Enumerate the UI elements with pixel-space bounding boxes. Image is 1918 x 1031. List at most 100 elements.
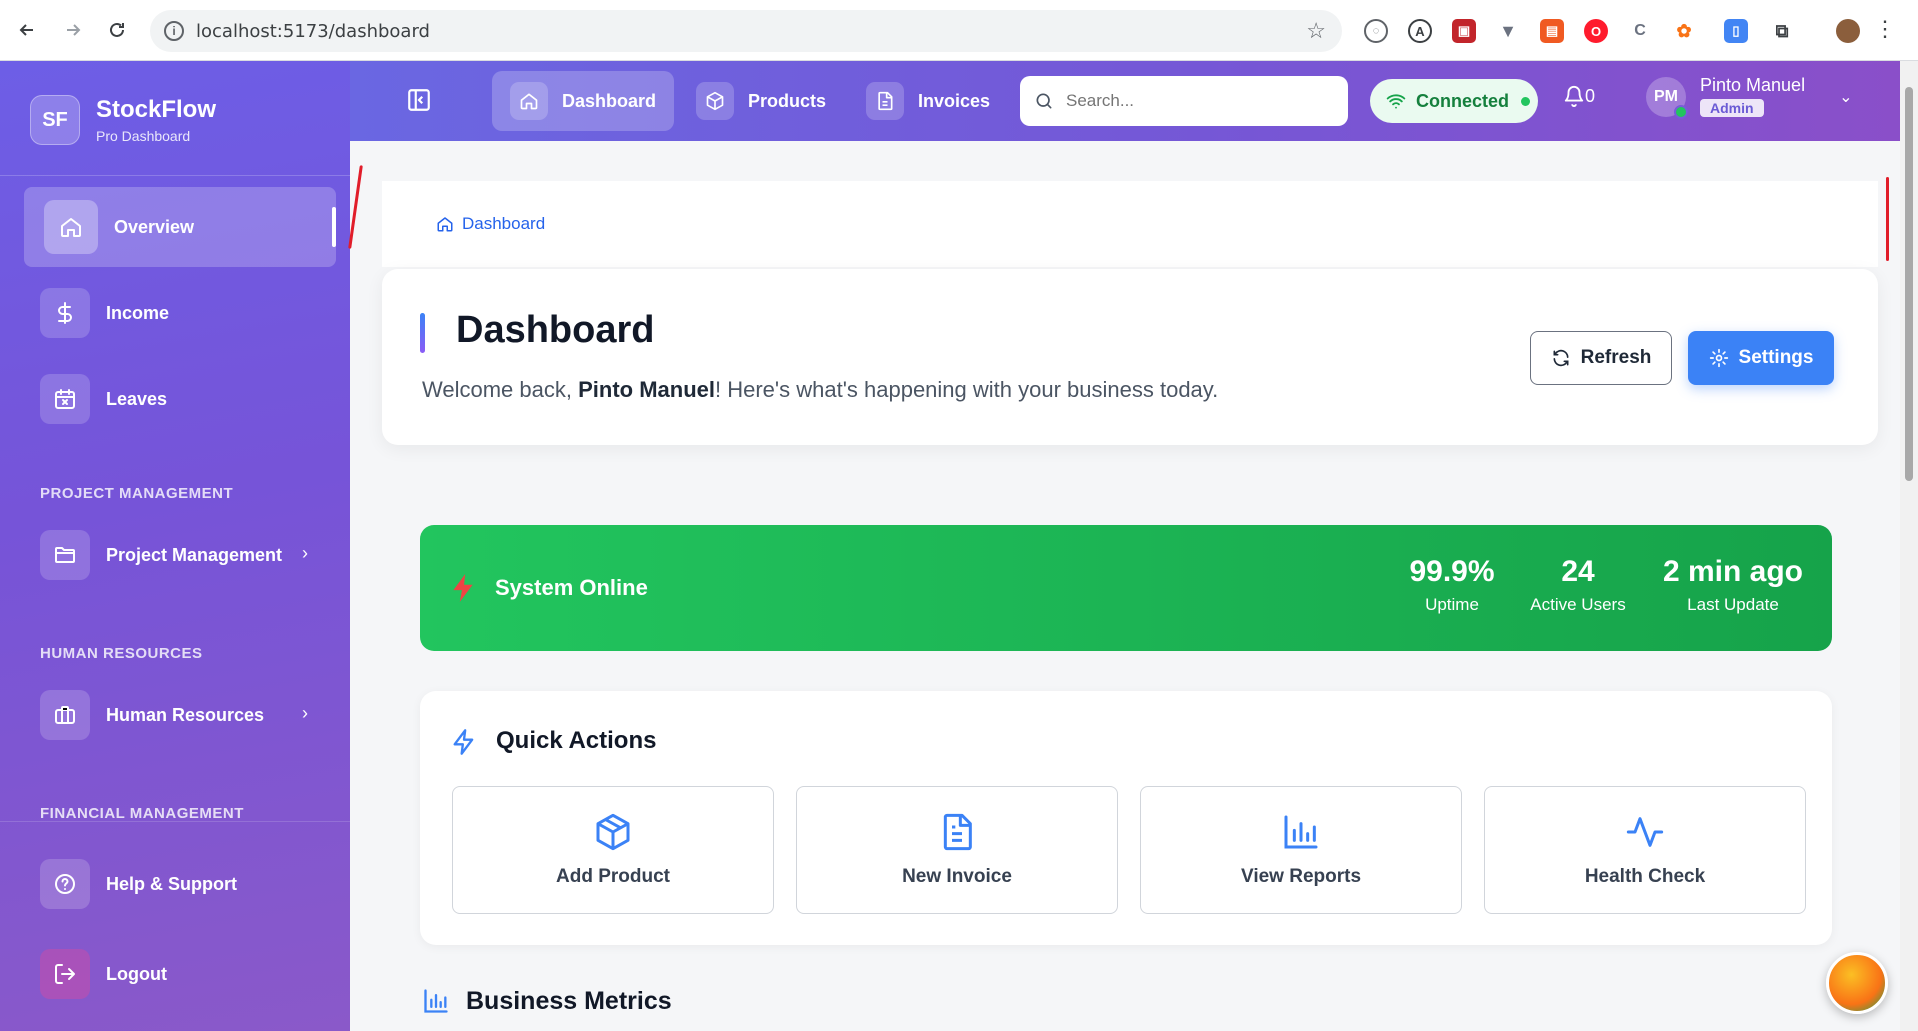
logout-button[interactable]: Logout [24, 934, 336, 1014]
home-icon [510, 82, 548, 120]
breadcrumb-item[interactable]: Dashboard [462, 214, 545, 234]
new-invoice-button[interactable]: New Invoice [796, 786, 1118, 914]
chevron-right-icon: › [302, 703, 308, 723]
accent-bar [420, 313, 425, 353]
connection-status-badge: Connected [1370, 79, 1538, 123]
user-role-badge: Admin [1700, 99, 1764, 117]
wifi-icon [1386, 94, 1406, 109]
bookmark-star-icon[interactable]: ☆ [1306, 18, 1326, 44]
settings-button[interactable]: Settings [1688, 331, 1834, 385]
tab-products[interactable]: Products [678, 71, 844, 131]
health-check-button[interactable]: Health Check [1484, 786, 1806, 914]
refresh-label: Refresh [1580, 347, 1652, 368]
extension-icon[interactable]: ▯ [1724, 19, 1748, 43]
url-text[interactable]: localhost:5173/dashboard [196, 21, 430, 42]
brand-subtitle: Pro Dashboard [96, 128, 191, 144]
chevron-right-icon: › [302, 543, 308, 563]
system-status-label: System Online [495, 575, 648, 600]
extension-icon[interactable]: ▼ [1496, 19, 1520, 43]
tab-label: Dashboard [562, 90, 657, 111]
search-box[interactable] [1020, 76, 1348, 126]
floating-assistant-button[interactable] [1826, 952, 1888, 1014]
stat-label: Active Users [1530, 595, 1626, 614]
tab-dashboard[interactable]: Dashboard [492, 71, 675, 131]
extension-icon[interactable]: ▣ [1452, 19, 1476, 43]
browser-menu-icon[interactable]: ⋮ [1874, 16, 1896, 42]
sidebar-item-leaves[interactable]: Leaves [24, 359, 336, 439]
search-input[interactable] [1066, 91, 1306, 111]
extension-icon[interactable]: A [1408, 19, 1432, 43]
refresh-icon [1553, 349, 1569, 367]
divider [0, 175, 350, 176]
extension-icon[interactable]: ◌ [1364, 19, 1388, 43]
page-scrollbar[interactable] [1900, 61, 1918, 1031]
sidebar-item-overview[interactable]: Overview [24, 187, 336, 267]
add-product-button[interactable]: Add Product [452, 786, 774, 914]
folder-icon [40, 530, 90, 580]
sidebar: SF StockFlow Pro Dashboard Overview Inco… [0, 61, 350, 1031]
notifications-button[interactable]: 0 [1563, 85, 1595, 107]
action-label: Health Check [1584, 866, 1706, 887]
user-menu[interactable]: PM Pinto Manuel Admin ⌄ [1646, 75, 1852, 119]
document-icon [866, 82, 904, 120]
stat-label: Uptime [1425, 595, 1479, 614]
sidebar-item-project-management[interactable]: Project Management › [24, 515, 336, 595]
bar-chart-icon [1284, 815, 1318, 849]
annotation-mark [1886, 177, 1889, 261]
action-label: View Reports [1240, 866, 1362, 887]
action-label: New Invoice [902, 866, 1012, 887]
extension-icon[interactable]: ✿ [1672, 19, 1696, 43]
avatar: PM [1646, 76, 1688, 119]
quick-actions-card: Quick Actions Add Product New Invoice Vi… [420, 691, 1832, 945]
page-header-card: Dashboard Welcome back, Pinto Manuel! He… [382, 269, 1878, 445]
puzzle-icon[interactable]: ⧉ [1770, 19, 1794, 43]
help-support-button[interactable]: Help & Support [24, 844, 336, 924]
site-info-icon[interactable]: i [164, 21, 184, 41]
box-icon [696, 82, 734, 120]
stat-value: 24 [1561, 555, 1595, 588]
avatar-initials: PM [1654, 87, 1678, 105]
stat-value: 99.9% [1409, 555, 1495, 588]
section-title: PROJECT MANAGEMENT [40, 485, 234, 502]
system-status-banner: System Online 99.9% Uptime 24 Active Use… [420, 525, 1832, 651]
breadcrumb: Dashboard [382, 181, 1878, 267]
logout-label: Logout [106, 963, 167, 984]
address-bar[interactable]: i localhost:5173/dashboard ☆ [150, 10, 1342, 52]
business-metrics-title: Business Metrics [466, 987, 672, 1015]
profile-avatar[interactable] [1836, 19, 1860, 43]
scrollbar-thumb[interactable] [1905, 87, 1913, 481]
notification-count: 0 [1585, 85, 1596, 106]
tab-invoices[interactable]: Invoices [848, 71, 1008, 131]
brand-logo: SF [30, 95, 80, 145]
browser-toolbar: i localhost:5173/dashboard ☆ ◌ A ▣ ▼ ▤ O… [0, 0, 1918, 61]
extension-icon[interactable]: C [1628, 19, 1652, 43]
back-button[interactable] [12, 15, 42, 45]
connection-label: Connected [1416, 90, 1510, 111]
brand[interactable]: SF StockFlow Pro Dashboard [30, 95, 216, 145]
sidebar-footer: Help & Support Logout [0, 821, 350, 1031]
uptime-stat: 99.9% Uptime [1392, 555, 1512, 615]
reload-button[interactable] [102, 15, 132, 45]
active-users-stat: 24 Active Users [1516, 555, 1640, 615]
sidebar-item-label: Leaves [106, 388, 168, 409]
refresh-button[interactable]: Refresh [1530, 331, 1672, 385]
home-icon [44, 200, 98, 254]
top-navbar: Dashboard Products Invoices Connected 0 [350, 61, 1900, 141]
reload-icon [110, 22, 124, 37]
sidebar-item-human-resources[interactable]: Human Resources › [24, 675, 336, 755]
lightning-icon [450, 573, 476, 603]
sidebar-item-label: Income [106, 302, 170, 323]
tab-label: Invoices [918, 90, 991, 111]
section-title: HUMAN RESOURCES [40, 645, 203, 662]
forward-button[interactable] [58, 15, 88, 45]
extension-icon[interactable]: O [1584, 19, 1608, 43]
user-name: Pinto Manuel [1700, 75, 1806, 95]
extension-icon[interactable]: ▤ [1540, 19, 1564, 43]
sidebar-item-income[interactable]: Income [24, 273, 336, 353]
sidebar-toggle-icon[interactable] [406, 87, 432, 113]
view-reports-button[interactable]: View Reports [1140, 786, 1462, 914]
last-update-stat: 2 min ago Last Update [1658, 555, 1808, 615]
section-title: FINANCIAL MANAGEMENT [40, 805, 244, 822]
stat-value: 2 min ago [1662, 555, 1804, 588]
welcome-message: Welcome back, Pinto Manuel! Here's what'… [422, 377, 1219, 402]
